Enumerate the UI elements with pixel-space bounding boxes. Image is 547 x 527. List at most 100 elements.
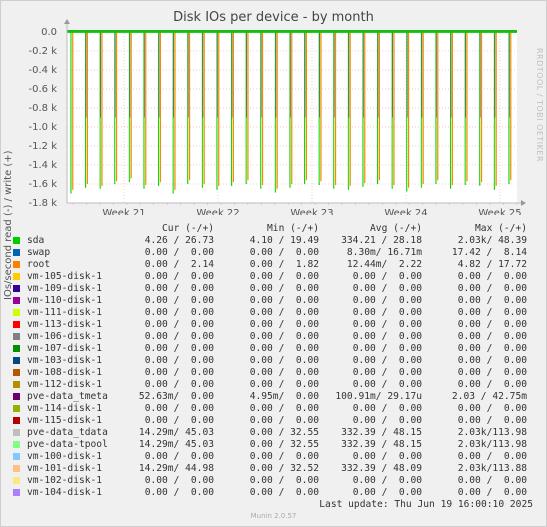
legend-series-name: vm-108-disk-1 xyxy=(27,367,103,378)
legend-value-max: 0.00 / 0.00 xyxy=(457,403,527,414)
legend-value-max: 0.00 / 0.00 xyxy=(457,295,527,306)
legend-swatch xyxy=(13,333,20,340)
x-tick-label: Week 25 xyxy=(478,208,521,215)
legend-value-avg: 0.00 / 0.00 xyxy=(352,475,422,486)
legend-swatch xyxy=(13,285,20,292)
legend-series-name: pve-data_tmeta xyxy=(27,391,108,402)
legend-value-min: 0.00 / 0.00 xyxy=(249,331,319,342)
y-tick-label: -1.6 k xyxy=(29,179,58,190)
legend-value-min: 4.10 / 19.49 xyxy=(249,235,319,246)
legend-value-min: 0.00 / 0.00 xyxy=(249,307,319,318)
legend-value-avg: 0.00 / 0.00 xyxy=(352,451,422,462)
legend-value-avg: 0.00 / 0.00 xyxy=(352,295,422,306)
legend-value-min: 0.00 / 0.00 xyxy=(249,367,319,378)
y-tick-label: -0.2 k xyxy=(29,46,58,57)
legend-value-cur: 0.00 / 0.00 xyxy=(144,487,214,498)
legend-value-avg: 332.39 / 48.15 xyxy=(341,439,422,450)
legend-value-max: 4.82 / 17.72 xyxy=(457,259,527,270)
legend-value-cur: 0.00 / 0.00 xyxy=(144,295,214,306)
legend-value-avg: 0.00 / 0.00 xyxy=(352,283,422,294)
last-update: Last update: Thu Jun 19 16:00:10 2025 xyxy=(319,499,533,510)
legend-series-name: vm-110-disk-1 xyxy=(27,295,103,306)
legend-header-max: Max (-/+) xyxy=(475,223,527,234)
legend-value-cur: 0.00 / 0.00 xyxy=(144,355,214,366)
legend-swatch xyxy=(13,453,20,460)
legend-value-cur: 4.26 / 26.73 xyxy=(144,235,214,246)
legend-value-min: 0.00 / 32.52 xyxy=(249,463,319,474)
legend-value-cur: 0.00 / 2.14 xyxy=(144,259,214,270)
legend-value-max: 2.03k/113.98 xyxy=(457,439,527,450)
legend-value-min: 0.00 / 0.00 xyxy=(249,487,319,498)
legend-value-max: 0.00 / 0.00 xyxy=(457,415,527,426)
legend-value-avg: 0.00 / 0.00 xyxy=(352,271,422,282)
legend-value-cur: 0.00 / 0.00 xyxy=(144,367,214,378)
legend-value-avg: 8.30m/ 16.71m xyxy=(346,247,422,258)
x-axis-arrow xyxy=(521,200,526,206)
legend-swatch xyxy=(13,321,20,328)
legend-value-min: 4.95m/ 0.00 xyxy=(249,391,319,402)
legend-value-cur: 14.29m/ 45.03 xyxy=(138,439,214,450)
legend-value-avg: 12.44m/ 2.22 xyxy=(346,259,422,270)
legend-value-max: 0.00 / 0.00 xyxy=(457,307,527,318)
legend-value-cur: 0.00 / 0.00 xyxy=(144,283,214,294)
legend-swatch xyxy=(13,297,20,304)
legend-header-cur: Cur (-/+) xyxy=(162,223,214,234)
chart-area: 0.0 -0.2 k -0.4 k -0.6 k -0.8 k -1.0 k -1.2 k -… xyxy=(29,19,526,215)
legend-series-name: root xyxy=(27,259,51,270)
legend-header-min: Min (-/+) xyxy=(267,223,319,234)
legend-swatch xyxy=(13,309,20,316)
legend-series-name: vm-111-disk-1 xyxy=(27,307,103,318)
y-tick-label: -1.8 k xyxy=(29,198,58,209)
legend-value-cur: 52.63m/ 0.00 xyxy=(138,391,214,402)
legend-value-avg: 0.00 / 0.00 xyxy=(352,319,422,330)
legend-value-min: 0.00 / 0.00 xyxy=(249,475,319,486)
legend-value-cur: 0.00 / 0.00 xyxy=(144,415,214,426)
legend-value-min: 0.00 / 32.55 xyxy=(249,427,319,438)
legend-value-max: 2.03k/113.88 xyxy=(457,463,527,474)
legend-swatch xyxy=(13,429,20,436)
legend-value-cur: 0.00 / 0.00 xyxy=(144,475,214,486)
legend-series-name: vm-104-disk-1 xyxy=(27,487,103,498)
legend-value-cur: 0.00 / 0.00 xyxy=(144,319,214,330)
legend-value-max: 2.03k/ 48.39 xyxy=(457,235,527,246)
legend-value-avg: 0.00 / 0.00 xyxy=(352,487,422,498)
legend-value-cur: 14.29m/ 45.03 xyxy=(138,427,214,438)
legend-value-avg: 334.21 / 28.18 xyxy=(341,235,422,246)
legend-value-max: 0.00 / 0.00 xyxy=(457,475,527,486)
munin-version: Munin 2.0.57 xyxy=(250,512,297,520)
legend-value-avg: 0.00 / 0.00 xyxy=(352,331,422,342)
legend-swatch xyxy=(13,405,20,412)
legend-series-name: vm-114-disk-1 xyxy=(27,403,103,414)
legend-value-max: 2.03 / 42.75m xyxy=(451,391,527,402)
x-tick-label: Week 24 xyxy=(384,208,427,215)
x-tick-label: Week 22 xyxy=(196,208,239,215)
legend-swatch xyxy=(13,273,20,280)
legend-value-min: 0.00 / 0.00 xyxy=(249,355,319,366)
legend-swatch xyxy=(13,489,20,496)
legend-value-min: 0.00 / 0.00 xyxy=(249,319,319,330)
legend-value-max: 17.42 / 8.14 xyxy=(451,247,527,258)
legend-series-name: vm-100-disk-1 xyxy=(27,451,103,462)
legend-value-cur: 0.00 / 0.00 xyxy=(144,247,214,258)
legend-value-min: 0.00 / 0.00 xyxy=(249,379,319,390)
legend-value-min: 0.00 / 0.00 xyxy=(249,403,319,414)
legend-value-cur: 14.29m/ 44.98 xyxy=(138,463,214,474)
legend-value-max: 0.00 / 0.00 xyxy=(457,451,527,462)
legend-series-name: swap xyxy=(27,247,51,258)
y-tick-label: -0.6 k xyxy=(29,84,58,95)
legend-series-name: vm-103-disk-1 xyxy=(27,355,103,366)
legend-value-min: 0.00 / 0.00 xyxy=(249,283,319,294)
y-tick-label: -0.4 k xyxy=(29,65,58,76)
legend-series-name: vm-112-disk-1 xyxy=(27,379,103,390)
legend-value-cur: 0.00 / 0.00 xyxy=(144,343,214,354)
x-tick-label: Week 21 xyxy=(102,208,145,215)
legend-value-min: 0.00 / 1.82 xyxy=(249,259,319,270)
legend-value-avg: 0.00 / 0.00 xyxy=(352,379,422,390)
legend-value-avg: 0.00 / 0.00 xyxy=(352,415,422,426)
legend-swatch xyxy=(13,441,20,448)
legend-series-name: vm-106-disk-1 xyxy=(27,331,103,342)
legend-value-min: 0.00 / 0.00 xyxy=(249,343,319,354)
legend-series-name: vm-107-disk-1 xyxy=(27,343,103,354)
y-axis-arrow xyxy=(64,19,70,24)
legend-value-avg: 332.39 / 48.15 xyxy=(341,427,422,438)
